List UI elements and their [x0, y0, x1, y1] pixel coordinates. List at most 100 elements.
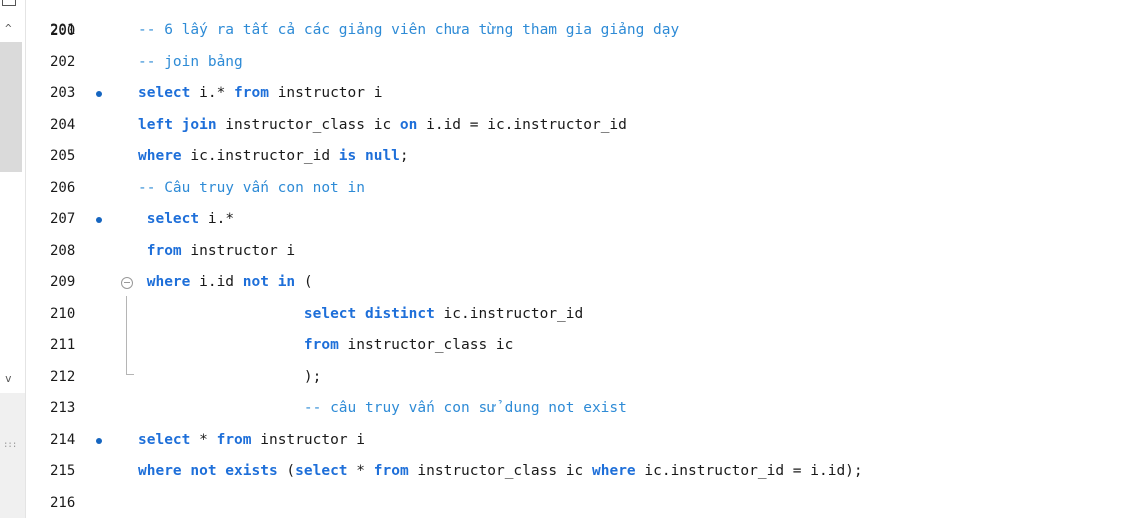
text-token: instructor i — [252, 432, 366, 448]
code-line[interactable]: 212 ); — [36, 362, 1136, 394]
code-text: select * from instructor i — [138, 425, 365, 457]
code-line[interactable]: 214 select * from instructor i — [36, 425, 1136, 457]
line-number: 206 — [50, 173, 90, 205]
line-number: 213 — [50, 393, 90, 425]
line-number: 211 — [50, 330, 90, 362]
keyword-token: where — [592, 463, 636, 479]
line-number: 202 — [50, 47, 90, 79]
code-line[interactable]: 205 where ic.instructor_id is null; — [36, 141, 1136, 173]
code-text: -- câu truy vấn con sử dung not exist — [138, 393, 627, 425]
code-text: ); — [138, 362, 321, 394]
line-number: 210 — [50, 299, 90, 331]
scroll-down-icon[interactable]: v — [5, 372, 12, 385]
text-token: instructor_class ic — [217, 117, 400, 133]
code-text: from instructor i — [138, 236, 295, 268]
code-line[interactable]: 203 select i.* from instructor i — [36, 78, 1136, 110]
text-token: ic.instructor_id — [182, 148, 339, 164]
code-line[interactable]: 216 — [36, 488, 1136, 519]
text-token: instructor_class ic — [339, 337, 514, 353]
text-token — [138, 243, 147, 259]
code-line[interactable]: 208 from instructor i — [36, 236, 1136, 268]
code-line[interactable]: 207 select i.* — [36, 204, 1136, 236]
code-text: -- Câu truy vấn con not in — [138, 173, 365, 205]
vertical-scrollbar[interactable]: ^ v ::: — [0, 0, 26, 518]
keyword-token: on — [400, 117, 417, 133]
code-editor[interactable]: 200 201 -- 6 lấy ra tất cả các giảng viên… — [36, 0, 1147, 518]
line-number: 204 — [50, 110, 90, 142]
code-text: select distinct ic.instructor_id — [138, 299, 583, 331]
breakpoint-dot-icon[interactable] — [96, 217, 102, 223]
code-text: left join instructor_class ic on i.id = … — [138, 110, 627, 142]
comment-token: -- 6 lấy ra tất cả các giảng viên chưa t… — [138, 22, 679, 38]
code-text: -- join bảng — [138, 47, 243, 79]
scroll-up-icon[interactable]: ^ — [5, 22, 12, 35]
text-token: i.* — [199, 211, 234, 227]
comment-token: -- join bảng — [138, 54, 243, 70]
keyword-token: from — [234, 85, 269, 101]
keyword-token: where not exists — [138, 463, 278, 479]
code-line[interactable]: 204 left join instructor_class ic on i.id… — [36, 110, 1136, 142]
line-number: 203 — [50, 78, 90, 110]
comment-token: -- Câu truy vấn con not in — [138, 180, 365, 196]
text-token: ( — [295, 274, 312, 290]
code-line[interactable]: 210 select distinct ic.instructor_id — [36, 299, 1136, 331]
text-token: ); — [138, 369, 321, 385]
text-token: i.id = ic.instructor_id — [417, 117, 627, 133]
code-text: where not exists (select * from instruct… — [138, 456, 863, 488]
code-line[interactable]: 213 -- câu truy vấn con sử dung not exis… — [36, 393, 1136, 425]
line-partial: 200 — [36, 0, 71, 16]
keyword-token: from — [217, 432, 252, 448]
keyword-token: from — [374, 463, 409, 479]
code-line[interactable]: 215 where not exists (select * from instr… — [36, 456, 1136, 488]
checkbox-icon[interactable] — [2, 0, 16, 6]
line-number: 201 — [50, 15, 90, 47]
code-line[interactable]: 211 from instructor_class ic — [36, 330, 1136, 362]
line-number: 215 — [50, 456, 90, 488]
text-token — [138, 211, 147, 227]
keyword-token: select distinct — [304, 306, 435, 322]
text-token: * — [190, 432, 216, 448]
code-text: select i.* — [138, 204, 234, 236]
text-token: ; — [400, 148, 409, 164]
text-token: instructor i — [269, 85, 383, 101]
keyword-token: where — [138, 148, 182, 164]
keyword-token: where — [147, 274, 191, 290]
text-token — [138, 306, 304, 322]
line-number: 214 — [50, 425, 90, 457]
line-number: 207 — [50, 204, 90, 236]
splitter-panel — [0, 393, 25, 518]
text-token: * — [348, 463, 374, 479]
scrollbar-thumb[interactable] — [0, 42, 22, 172]
code-text: select i.* from instructor i — [138, 78, 382, 110]
keyword-token: left join — [138, 117, 217, 133]
text-token: ic.instructor_id = i.id); — [636, 463, 863, 479]
breakpoint-dot-icon[interactable] — [96, 438, 102, 444]
text-token: i.id — [190, 274, 242, 290]
code-text: where ic.instructor_id is null; — [138, 141, 409, 173]
comment-token: -- câu truy vấn con sử dung not exist — [304, 400, 627, 416]
keyword-token: from — [304, 337, 339, 353]
code-text: where i.id not in ( — [138, 267, 313, 299]
line-number: 209 — [50, 267, 90, 299]
keyword-token: select — [138, 432, 190, 448]
fold-collapse-icon[interactable] — [121, 277, 133, 289]
keyword-token: select — [147, 211, 199, 227]
text-token: i.* — [190, 85, 234, 101]
keyword-token: not in — [243, 274, 295, 290]
line-number: 212 — [50, 362, 90, 394]
code-line[interactable]: 209 where i.id not in ( — [36, 267, 1136, 299]
text-token — [138, 274, 147, 290]
grip-icon[interactable]: ::: — [3, 440, 16, 450]
keyword-token: select — [138, 85, 190, 101]
code-line[interactable]: 201 -- 6 lấy ra tất cả các giảng viên chư… — [36, 15, 1136, 47]
line-number: 205 — [50, 141, 90, 173]
keyword-token: select — [295, 463, 347, 479]
code-line[interactable]: 202 -- join bảng — [36, 47, 1136, 79]
code-text: -- 6 lấy ra tất cả các giảng viên chưa t… — [138, 15, 679, 47]
line-number: 216 — [50, 488, 90, 519]
code-line[interactable]: 206 -- Câu truy vấn con not in — [36, 173, 1136, 205]
breakpoint-dot-icon[interactable] — [96, 91, 102, 97]
text-token: instructor i — [182, 243, 296, 259]
text-token: instructor_class ic — [409, 463, 592, 479]
text-token: ic.instructor_id — [435, 306, 583, 322]
